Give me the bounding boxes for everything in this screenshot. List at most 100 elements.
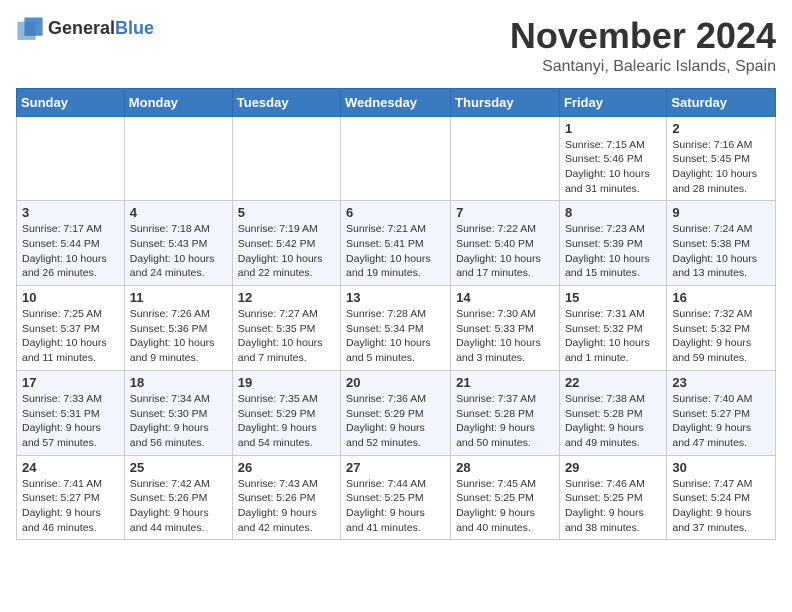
day-number: 10 bbox=[22, 290, 119, 305]
logo-blue: Blue bbox=[115, 18, 154, 39]
day-number: 5 bbox=[238, 205, 335, 220]
day-number: 16 bbox=[672, 290, 770, 305]
calendar-cell bbox=[124, 116, 232, 201]
month-title: November 2024 bbox=[510, 16, 776, 56]
day-info: Sunrise: 7:25 AM Sunset: 5:37 PM Dayligh… bbox=[22, 307, 119, 366]
day-number: 26 bbox=[238, 460, 335, 475]
title-block: November 2024 Santanyi, Balearic Islands… bbox=[510, 16, 776, 76]
day-info: Sunrise: 7:35 AM Sunset: 5:29 PM Dayligh… bbox=[238, 392, 335, 451]
day-info: Sunrise: 7:44 AM Sunset: 5:25 PM Dayligh… bbox=[346, 477, 445, 536]
day-info: Sunrise: 7:27 AM Sunset: 5:35 PM Dayligh… bbox=[238, 307, 335, 366]
day-number: 13 bbox=[346, 290, 445, 305]
day-info: Sunrise: 7:19 AM Sunset: 5:42 PM Dayligh… bbox=[238, 222, 335, 281]
day-info: Sunrise: 7:26 AM Sunset: 5:36 PM Dayligh… bbox=[130, 307, 227, 366]
logo-icon bbox=[16, 16, 44, 40]
calendar-cell: 27 Sunrise: 7:44 AM Sunset: 5:25 PM Dayli… bbox=[341, 455, 451, 540]
day-info: Sunrise: 7:43 AM Sunset: 5:26 PM Dayligh… bbox=[238, 477, 335, 536]
day-info: Sunrise: 7:31 AM Sunset: 5:32 PM Dayligh… bbox=[565, 307, 661, 366]
week-row-2: 3 Sunrise: 7:17 AM Sunset: 5:44 PM Daylig… bbox=[17, 201, 776, 286]
day-info: Sunrise: 7:40 AM Sunset: 5:27 PM Dayligh… bbox=[672, 392, 770, 451]
day-info: Sunrise: 7:37 AM Sunset: 5:28 PM Dayligh… bbox=[456, 392, 554, 451]
day-number: 9 bbox=[672, 205, 770, 220]
day-number: 18 bbox=[130, 375, 227, 390]
calendar-cell: 13 Sunrise: 7:28 AM Sunset: 5:34 PM Dayli… bbox=[341, 286, 451, 371]
day-info: Sunrise: 7:46 AM Sunset: 5:25 PM Dayligh… bbox=[565, 477, 661, 536]
day-info: Sunrise: 7:30 AM Sunset: 5:33 PM Dayligh… bbox=[456, 307, 554, 366]
calendar-cell: 29 Sunrise: 7:46 AM Sunset: 5:25 PM Dayli… bbox=[559, 455, 666, 540]
weekday-thursday: Thursday bbox=[451, 88, 560, 116]
calendar-cell bbox=[451, 116, 560, 201]
calendar-cell: 21 Sunrise: 7:37 AM Sunset: 5:28 PM Dayli… bbox=[451, 370, 560, 455]
calendar-cell: 18 Sunrise: 7:34 AM Sunset: 5:30 PM Dayli… bbox=[124, 370, 232, 455]
day-info: Sunrise: 7:36 AM Sunset: 5:29 PM Dayligh… bbox=[346, 392, 445, 451]
day-info: Sunrise: 7:18 AM Sunset: 5:43 PM Dayligh… bbox=[130, 222, 227, 281]
calendar-cell: 22 Sunrise: 7:38 AM Sunset: 5:28 PM Dayli… bbox=[559, 370, 666, 455]
location-title: Santanyi, Balearic Islands, Spain bbox=[510, 58, 776, 76]
calendar-cell: 3 Sunrise: 7:17 AM Sunset: 5:44 PM Daylig… bbox=[17, 201, 125, 286]
day-info: Sunrise: 7:17 AM Sunset: 5:44 PM Dayligh… bbox=[22, 222, 119, 281]
day-number: 7 bbox=[456, 205, 554, 220]
day-number: 17 bbox=[22, 375, 119, 390]
day-number: 27 bbox=[346, 460, 445, 475]
day-info: Sunrise: 7:21 AM Sunset: 5:41 PM Dayligh… bbox=[346, 222, 445, 281]
day-number: 29 bbox=[565, 460, 661, 475]
day-info: Sunrise: 7:38 AM Sunset: 5:28 PM Dayligh… bbox=[565, 392, 661, 451]
calendar-cell: 15 Sunrise: 7:31 AM Sunset: 5:32 PM Dayli… bbox=[559, 286, 666, 371]
calendar-cell: 8 Sunrise: 7:23 AM Sunset: 5:39 PM Daylig… bbox=[559, 201, 666, 286]
day-number: 2 bbox=[672, 121, 770, 136]
day-info: Sunrise: 7:23 AM Sunset: 5:39 PM Dayligh… bbox=[565, 222, 661, 281]
calendar-table: SundayMondayTuesdayWednesdayThursdayFrid… bbox=[16, 88, 776, 541]
day-info: Sunrise: 7:47 AM Sunset: 5:24 PM Dayligh… bbox=[672, 477, 770, 536]
day-info: Sunrise: 7:22 AM Sunset: 5:40 PM Dayligh… bbox=[456, 222, 554, 281]
calendar-cell: 5 Sunrise: 7:19 AM Sunset: 5:42 PM Daylig… bbox=[232, 201, 340, 286]
calendar-cell: 20 Sunrise: 7:36 AM Sunset: 5:29 PM Dayli… bbox=[341, 370, 451, 455]
day-number: 1 bbox=[565, 121, 661, 136]
day-info: Sunrise: 7:28 AM Sunset: 5:34 PM Dayligh… bbox=[346, 307, 445, 366]
day-number: 12 bbox=[238, 290, 335, 305]
day-info: Sunrise: 7:15 AM Sunset: 5:46 PM Dayligh… bbox=[565, 138, 661, 197]
day-number: 15 bbox=[565, 290, 661, 305]
calendar-body: 1 Sunrise: 7:15 AM Sunset: 5:46 PM Daylig… bbox=[17, 116, 776, 540]
weekday-monday: Monday bbox=[124, 88, 232, 116]
calendar-cell: 26 Sunrise: 7:43 AM Sunset: 5:26 PM Dayli… bbox=[232, 455, 340, 540]
day-info: Sunrise: 7:42 AM Sunset: 5:26 PM Dayligh… bbox=[130, 477, 227, 536]
weekday-saturday: Saturday bbox=[667, 88, 776, 116]
day-number: 28 bbox=[456, 460, 554, 475]
weekday-wednesday: Wednesday bbox=[341, 88, 451, 116]
weekday-sunday: Sunday bbox=[17, 88, 125, 116]
weekday-header-row: SundayMondayTuesdayWednesdayThursdayFrid… bbox=[17, 88, 776, 116]
calendar-cell: 25 Sunrise: 7:42 AM Sunset: 5:26 PM Dayli… bbox=[124, 455, 232, 540]
day-number: 3 bbox=[22, 205, 119, 220]
day-number: 22 bbox=[565, 375, 661, 390]
calendar-cell: 6 Sunrise: 7:21 AM Sunset: 5:41 PM Daylig… bbox=[341, 201, 451, 286]
day-number: 19 bbox=[238, 375, 335, 390]
day-info: Sunrise: 7:24 AM Sunset: 5:38 PM Dayligh… bbox=[672, 222, 770, 281]
logo: General Blue bbox=[16, 16, 154, 40]
day-info: Sunrise: 7:32 AM Sunset: 5:32 PM Dayligh… bbox=[672, 307, 770, 366]
calendar-cell: 19 Sunrise: 7:35 AM Sunset: 5:29 PM Dayli… bbox=[232, 370, 340, 455]
day-info: Sunrise: 7:33 AM Sunset: 5:31 PM Dayligh… bbox=[22, 392, 119, 451]
calendar-cell: 7 Sunrise: 7:22 AM Sunset: 5:40 PM Daylig… bbox=[451, 201, 560, 286]
week-row-3: 10 Sunrise: 7:25 AM Sunset: 5:37 PM Dayli… bbox=[17, 286, 776, 371]
day-info: Sunrise: 7:45 AM Sunset: 5:25 PM Dayligh… bbox=[456, 477, 554, 536]
calendar-cell: 24Sunrise: 7:41 AM Sunset: 5:27 PM Dayli… bbox=[17, 455, 125, 540]
calendar-cell: 16 Sunrise: 7:32 AM Sunset: 5:32 PM Dayli… bbox=[667, 286, 776, 371]
calendar-cell: 23Sunrise: 7:40 AM Sunset: 5:27 PM Dayli… bbox=[667, 370, 776, 455]
weekday-tuesday: Tuesday bbox=[232, 88, 340, 116]
calendar-cell bbox=[17, 116, 125, 201]
calendar-cell: 14Sunrise: 7:30 AM Sunset: 5:33 PM Dayli… bbox=[451, 286, 560, 371]
calendar-cell: 1 Sunrise: 7:15 AM Sunset: 5:46 PM Daylig… bbox=[559, 116, 666, 201]
day-number: 30 bbox=[672, 460, 770, 475]
day-info: Sunrise: 7:34 AM Sunset: 5:30 PM Dayligh… bbox=[130, 392, 227, 451]
day-number: 11 bbox=[130, 290, 227, 305]
calendar-cell bbox=[232, 116, 340, 201]
calendar-cell: 10 Sunrise: 7:25 AM Sunset: 5:37 PM Dayli… bbox=[17, 286, 125, 371]
calendar-cell: 17 Sunrise: 7:33 AM Sunset: 5:31 PM Dayli… bbox=[17, 370, 125, 455]
day-number: 6 bbox=[346, 205, 445, 220]
day-info: Sunrise: 7:41 AM Sunset: 5:27 PM Dayligh… bbox=[22, 477, 119, 536]
day-number: 21 bbox=[456, 375, 554, 390]
day-number: 20 bbox=[346, 375, 445, 390]
calendar-cell: 2Sunrise: 7:16 AM Sunset: 5:45 PM Daylig… bbox=[667, 116, 776, 201]
day-number: 8 bbox=[565, 205, 661, 220]
day-number: 25 bbox=[130, 460, 227, 475]
